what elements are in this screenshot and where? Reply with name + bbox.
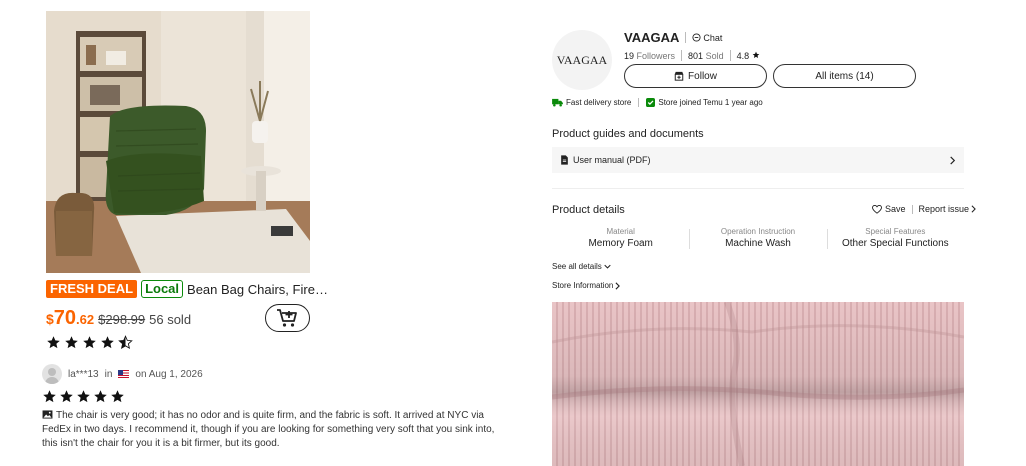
review-body: The chair is very good; it has no odor a… (42, 410, 495, 449)
add-to-cart-button[interactable] (265, 304, 310, 332)
sold-count: 56 sold (149, 312, 192, 327)
original-price: $298.99 (98, 312, 146, 327)
attribute-special-features: Special Features Other Special Functions (826, 227, 964, 249)
image-icon (42, 410, 53, 419)
document-icon (561, 155, 568, 165)
verified-check-icon (646, 98, 656, 107)
price-decimal: .62 (76, 312, 95, 327)
chat-icon (692, 33, 701, 42)
product-attributes: Material Memory Foam Operation Instructi… (552, 227, 964, 249)
divider (729, 50, 731, 61)
store-name[interactable]: VAAGAA (624, 30, 679, 45)
price-row: $70.62 $298.99 56 sold (46, 307, 191, 330)
user-manual-row[interactable]: User manual (PDF) (552, 147, 964, 173)
chevron-down-icon (604, 264, 611, 269)
chat-link[interactable]: Chat (692, 33, 722, 43)
review-in-label: in (104, 368, 113, 380)
delivery-truck-icon (552, 98, 563, 107)
attribute-material: Material Memory Foam (552, 227, 689, 249)
report-issue-label: Report issue (918, 204, 970, 214)
all-items-label: All items (14) (815, 70, 874, 82)
chevron-right-icon (950, 155, 956, 165)
save-label: Save (885, 204, 906, 214)
all-items-button[interactable]: All items (14) (773, 64, 916, 88)
attribute-label: Operation Instruction (720, 227, 796, 236)
guides-title: Product guides and documents (552, 128, 704, 140)
fast-delivery-tag: Fast delivery store (566, 98, 632, 107)
price-currency: $ (46, 311, 54, 327)
star-full-icon (65, 336, 78, 349)
star-full-icon (83, 336, 96, 349)
page: FRESH DEAL Local Bean Bag Chairs, Firepl… (0, 0, 1026, 466)
current-price: $70.62 (46, 307, 94, 330)
divider (911, 204, 913, 214)
store-logo-text: VAAGAA (556, 52, 608, 67)
sold-value: 801 (688, 50, 704, 61)
detail-actions: Save Report issue (872, 204, 976, 214)
divider (638, 98, 640, 107)
attribute-value: Memory Foam (588, 238, 653, 249)
followers-stat: 19 Followers (624, 51, 675, 61)
store-information-link[interactable]: Store Information (552, 281, 621, 290)
store-name-row: VAAGAA Chat (624, 30, 722, 45)
store-plus-icon (674, 71, 684, 81)
followers-value: 19 (624, 50, 635, 61)
star-full-icon (47, 336, 60, 349)
attribute-label: Material (606, 227, 635, 236)
product-rating-stars (46, 335, 133, 350)
sold-stat: 801 Sold (688, 51, 724, 61)
follow-label: Follow (688, 70, 717, 82)
followers-label: Followers (636, 50, 676, 61)
star-full-icon (111, 390, 124, 403)
chevron-right-icon (615, 281, 621, 290)
store-rating: 4.8 (737, 51, 760, 61)
sold-label: Sold (705, 50, 724, 61)
attribute-operation: Operation Instruction Machine Wash (689, 227, 826, 249)
attribute-value: Machine Wash (725, 238, 791, 249)
add-to-cart-icon (276, 309, 297, 327)
divider (685, 32, 687, 43)
product-image[interactable] (46, 11, 310, 273)
star-full-icon (101, 336, 114, 349)
review-date: on Aug 1, 2026 (135, 368, 203, 380)
heart-icon (872, 204, 882, 214)
product-detail-image[interactable] (552, 302, 964, 466)
product-details-title: Product details (552, 204, 625, 216)
review-header: la***13 in on Aug 1, 2026 (42, 364, 203, 384)
star-full-icon (752, 51, 759, 58)
save-button[interactable]: Save (872, 204, 906, 214)
reviewer-name[interactable]: la***13 (68, 369, 99, 380)
local-badge: Local (141, 280, 184, 298)
star-full-icon (60, 390, 73, 403)
user-manual-label: User manual (PDF) (573, 155, 651, 165)
star-half-icon (118, 335, 133, 350)
report-issue-link[interactable]: Report issue (919, 204, 977, 214)
star-full-icon (94, 390, 107, 403)
store-stats: 19 Followers 801 Sold 4.8 (624, 50, 760, 61)
see-all-label: See all details (552, 262, 602, 271)
store-rating-value: 4.8 (736, 50, 750, 61)
chat-label: Chat (703, 32, 723, 43)
product-title[interactable]: Bean Bag Chairs, Firepl... (187, 282, 335, 297)
us-flag-icon (118, 370, 130, 378)
section-divider (552, 188, 964, 189)
review-stars (42, 389, 125, 404)
attribute-label: Special Features (865, 227, 926, 236)
divider (681, 50, 683, 61)
fresh-deal-badge: FRESH DEAL (46, 280, 138, 298)
store-logo[interactable]: VAAGAA (552, 30, 612, 90)
store-info-label: Store Information (552, 281, 614, 290)
store-tags: Fast delivery store Store joined Temu 1 … (552, 98, 763, 107)
product-title-row: FRESH DEAL Local Bean Bag Chairs, Firepl… (46, 280, 335, 298)
avatar (42, 364, 62, 384)
price-integer: 70 (53, 307, 77, 329)
store-joined-tag: Store joined Temu 1 year ago (658, 98, 763, 107)
follow-button[interactable]: Follow (624, 64, 767, 88)
see-all-details-link[interactable]: See all details (552, 262, 611, 271)
review-text: The chair is very good; it has no odor a… (42, 409, 497, 451)
star-full-icon (43, 390, 56, 403)
chevron-right-icon (971, 205, 976, 213)
star-full-icon (77, 390, 90, 403)
attribute-value: Other Special Functions (841, 238, 949, 249)
